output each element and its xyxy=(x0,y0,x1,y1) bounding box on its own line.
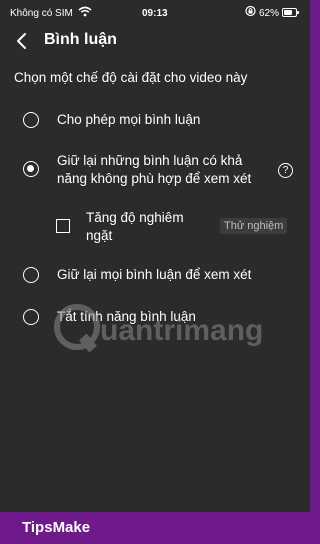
battery-icon xyxy=(282,8,299,17)
help-icon[interactable]: ? xyxy=(278,163,293,178)
carrier-label: Không có SIM xyxy=(10,8,73,19)
option-hold-all-comments[interactable]: Giữ lại mọi bình luận để xem xét xyxy=(0,265,310,289)
back-arrow-icon[interactable] xyxy=(12,30,34,52)
brand-logo: TipsMake xyxy=(22,519,91,536)
rotation-lock-icon xyxy=(245,5,256,20)
battery-percent: 62% xyxy=(259,8,280,19)
option-label: Giữ lại mọi bình luận để xem xét xyxy=(57,267,252,282)
status-bar: Không có SIM 09:13 62% xyxy=(0,0,310,26)
stricter-label-line1: Tăng độ nghiêm xyxy=(86,210,184,225)
stricter-label-line2: ngặt xyxy=(86,228,113,243)
radio-button[interactable] xyxy=(23,112,39,128)
option-label-line1: Giữ lại những bình luận có khả xyxy=(57,153,243,168)
phone-screen: Không có SIM 09:13 62% Bình luận Chọn mộ… xyxy=(0,0,310,512)
settings-prompt: Chọn một chế độ cài đặt cho video này xyxy=(14,70,248,85)
option-label: Tắt tính năng bình luận xyxy=(57,309,196,324)
stricter-checkbox[interactable] xyxy=(56,219,70,233)
option-disable-comments[interactable]: Tắt tính năng bình luận xyxy=(0,307,310,331)
page-title: Bình luận xyxy=(44,31,117,48)
radio-button[interactable] xyxy=(23,309,39,325)
option-hold-inappropriate[interactable]: Giữ lại những bình luận có khả năng khôn… xyxy=(0,152,310,192)
option-label: Cho phép mọi bình luận xyxy=(57,112,201,127)
header: Bình luận xyxy=(0,26,310,58)
wifi-icon xyxy=(78,6,92,20)
stricter-label: Tăng độ nghiêm ngặt xyxy=(86,209,206,245)
option-allow-all-comments[interactable]: Cho phép mọi bình luận xyxy=(0,110,310,134)
experimental-badge: Thử nghiệm xyxy=(220,218,288,234)
radio-button-selected[interactable] xyxy=(23,161,39,177)
clock-time: 09:13 xyxy=(142,8,168,19)
radio-button[interactable] xyxy=(23,267,39,283)
option-label-line2: năng không phù hợp để xem xét xyxy=(57,171,252,186)
